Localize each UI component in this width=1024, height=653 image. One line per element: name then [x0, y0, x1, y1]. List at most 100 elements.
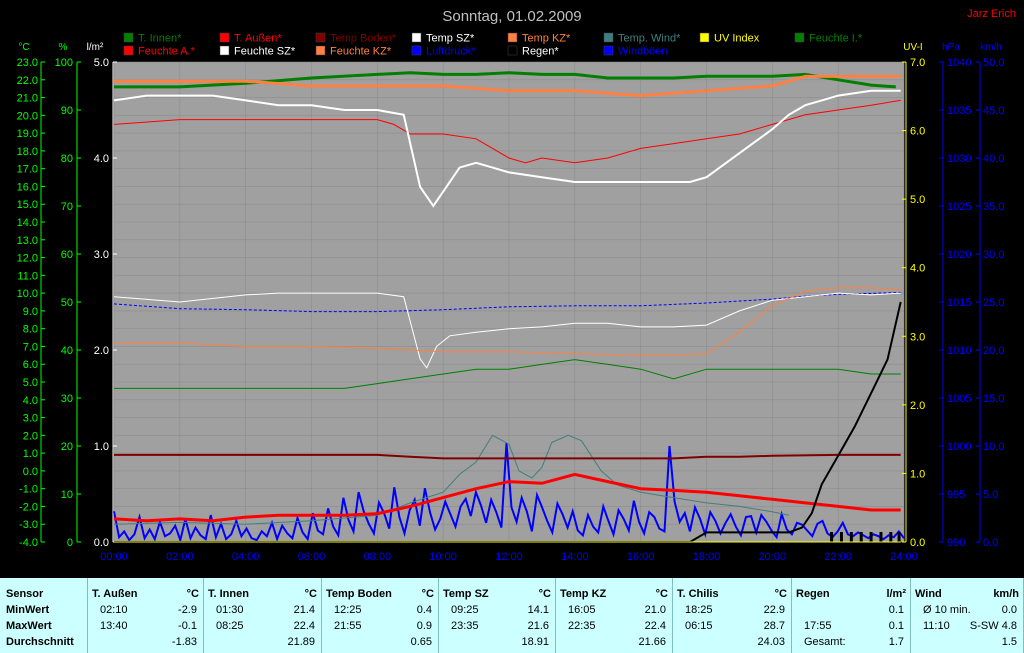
stats-column: Temp KZ °C 16:05 21.0 22:35 22.4 21.66 — [556, 578, 673, 653]
stats-time: 01:30 — [216, 604, 244, 616]
legend-swatch — [603, 32, 614, 43]
legend-swatch — [315, 32, 326, 43]
axis-tick-label: 4.0 — [910, 263, 925, 275]
stats-row: Gesamt: 1.7 — [792, 636, 910, 651]
stats-row: 18:25 22.9 — [673, 604, 791, 619]
legend-label: Feuchte I.* — [809, 33, 863, 45]
stats-column-unit: °C — [186, 588, 199, 600]
stats-value: 22.4 — [293, 620, 315, 632]
stats-value: -1.83 — [171, 636, 197, 648]
axis-tick-label: 20.0 — [983, 345, 1004, 357]
stats-value: 0.1 — [888, 620, 904, 632]
axis-tick-label: 100 — [55, 57, 73, 69]
axis-tick-label: -4.0 — [19, 537, 38, 549]
stats-avg-label: Durchschnitt — [6, 636, 74, 648]
wind-average-mark — [897, 532, 901, 542]
axis-tick-label: 2.0 — [910, 400, 925, 412]
stats-row: -1.83 — [88, 636, 203, 651]
axis-tick-label: 1020 — [947, 249, 971, 261]
wind-average-mark — [839, 532, 843, 542]
axis-tick-label: 5.0 — [23, 377, 38, 389]
legend-label: Feuchte A.* — [138, 46, 196, 58]
stats-row: 12:25 0.4 — [322, 604, 438, 619]
stats-row: 18.91 — [439, 636, 555, 651]
axis-tick-label: 0.0 — [983, 537, 998, 549]
stats-value: 1.7 — [888, 636, 904, 648]
axis-tick-label: 90 — [61, 105, 73, 117]
stats-column-unit: °C — [421, 588, 434, 600]
stats-value: 28.7 — [763, 620, 785, 632]
axis-tick-label: 1.0 — [23, 448, 38, 460]
axis-unit-uv: UV-I — [903, 42, 922, 53]
stats-column-unit: °C — [304, 588, 317, 600]
wind-average-mark — [879, 532, 883, 542]
stats-column: Wind km/h Ø 10 min. 0.0 11:10 S-SW 4.8 1.5 — [911, 578, 1024, 653]
axis-tick-label: 35.0 — [983, 201, 1004, 213]
stats-time: 02:10 — [100, 604, 128, 616]
axis-tick-label: 5.0 — [94, 57, 109, 69]
stats-column: T. Außen °C 02:10 -2.9 13:40 -0.1 -1.83 — [88, 578, 204, 653]
axis-tick-label: 1.0 — [910, 468, 925, 480]
wind-average-mark — [869, 532, 873, 542]
stats-row: 0.65 — [322, 636, 438, 651]
stats-value: 0.1 — [888, 604, 904, 616]
x-tick-label: 16:00 — [627, 551, 655, 563]
axis-tick-label: 0.0 — [94, 537, 109, 549]
axis-tick-label: 0.0 — [23, 466, 38, 478]
stats-column: Temp Boden °C 12:25 0.4 21:55 0.9 0.65 — [322, 578, 439, 653]
stats-time: 22:35 — [568, 620, 596, 632]
axis-tick-label: 40 — [61, 345, 73, 357]
stats-value: 21.66 — [638, 636, 666, 648]
stats-row: 21.89 — [204, 636, 321, 651]
axis-tick-label: 995 — [947, 489, 965, 501]
legend-swatch — [219, 32, 230, 43]
axis-tick-label: 1025 — [947, 201, 971, 213]
stats-value: 18.91 — [521, 636, 549, 648]
axis-unit-humidity: % — [59, 42, 68, 53]
stats-row: 09:25 14.1 — [439, 604, 555, 619]
weather-chart: Sonntag, 01.02.2009 Jarz Erich T. Innen*… — [0, 0, 1024, 578]
stats-row: 01:30 21.4 — [204, 604, 321, 619]
stats-time: 12:25 — [334, 604, 362, 616]
stats-time: 08:25 — [216, 620, 244, 632]
axis-tick-label: 5.0 — [910, 194, 925, 206]
stats-row: 13:40 -0.1 — [88, 620, 203, 635]
stats-label-column: Sensor MinWert MaxWert Durchschnitt — [0, 578, 88, 653]
stats-value: 0.9 — [416, 620, 432, 632]
x-tick-label: 14:00 — [561, 551, 589, 563]
stats-row: 1.5 — [911, 636, 1023, 651]
stats-value: 22.4 — [644, 620, 666, 632]
axis-tick-label: 10.0 — [17, 288, 38, 300]
stats-column-header: T. Außen — [92, 588, 138, 600]
stats-row: 17:55 0.1 — [792, 620, 910, 635]
x-tick-label: 06:00 — [298, 551, 326, 563]
legend-swatch — [411, 32, 422, 43]
stats-sensor-label: Sensor — [6, 588, 44, 600]
stats-value: 21.6 — [527, 620, 549, 632]
x-tick-label: 24:00 — [890, 551, 918, 563]
axis-tick-label: 15.0 — [17, 199, 38, 211]
stats-time: 23:35 — [451, 620, 479, 632]
stats-column-unit: km/h — [993, 588, 1019, 600]
axis-tick-label: 1005 — [947, 393, 971, 405]
wind-average-mark — [849, 532, 853, 542]
x-tick-label: 18:00 — [693, 551, 721, 563]
stats-row: 02:10 -2.9 — [88, 604, 203, 619]
axis-tick-label: 80 — [61, 153, 73, 165]
stats-time: Ø 10 min. — [923, 604, 971, 616]
legend-label: T. Außen* — [234, 33, 282, 45]
axis-tick-label: 12.0 — [17, 253, 38, 265]
axis-tick-label: 70 — [61, 201, 73, 213]
stats-value: 21.4 — [293, 604, 315, 616]
stats-column-header: Temp Boden — [326, 588, 392, 600]
stats-value: 21.0 — [644, 604, 666, 616]
axis-tick-label: 20.0 — [17, 110, 38, 122]
stats-time: 16:05 — [568, 604, 596, 616]
wind-average-mark — [830, 532, 834, 542]
axis-tick-label: 990 — [947, 537, 965, 549]
stats-row: 22:35 22.4 — [556, 620, 672, 635]
axis-tick-label: -1.0 — [19, 484, 38, 496]
legend-label: Luftdruck* — [426, 46, 476, 58]
stats-column-unit: °C — [538, 588, 551, 600]
chart-title: Sonntag, 01.02.2009 — [442, 8, 581, 25]
